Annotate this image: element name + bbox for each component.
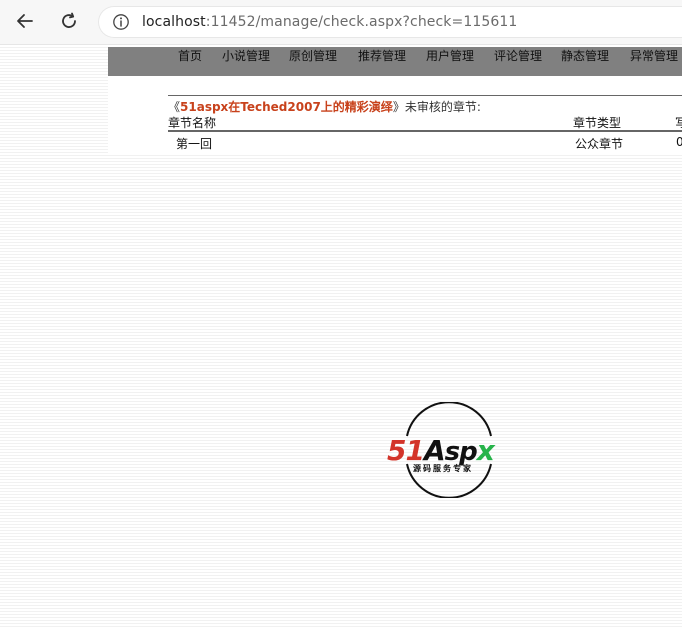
section-title: 《51aspx在Teched2007上的精彩演绎》未审核的章节: — [168, 98, 682, 114]
nav-item-exceptions[interactable]: 异常管理 — [630, 47, 678, 77]
logo-tagline: 源码服务专家 — [413, 464, 473, 473]
nav-item-comments[interactable]: 评论管理 — [494, 47, 542, 77]
header-chapter-name: 章节名称 — [168, 116, 217, 130]
row-chapter-name[interactable]: 第一回 — [176, 135, 212, 152]
header-chapter-type: 章节类型 — [573, 116, 622, 130]
book-title-link[interactable]: 51aspx在Teched2007上的精彩演绎 — [180, 100, 393, 114]
section-divider — [168, 95, 682, 96]
info-icon[interactable] — [112, 13, 130, 31]
nav-item-original[interactable]: 原创管理 — [289, 47, 337, 77]
nav-item-home[interactable]: 首页 — [178, 47, 202, 77]
row-extra: 0 — [676, 135, 682, 149]
top-nav: 首页 小说管理 原创管理 推荐管理 用户管理 评论管理 静态管理 异常管理 — [108, 47, 682, 76]
nav-item-recommend[interactable]: 推荐管理 — [358, 47, 406, 77]
row-chapter-type: 公众章节 — [575, 137, 624, 151]
nav-item-users[interactable]: 用户管理 — [426, 47, 474, 77]
url-text[interactable]: localhost:11452/manage/check.aspx?check=… — [142, 14, 517, 30]
close-quote: 》 — [392, 100, 405, 114]
address-bar[interactable]: localhost:11452/manage/check.aspx?check=… — [98, 6, 682, 38]
arrow-left-icon — [15, 11, 35, 36]
nav-item-static[interactable]: 静态管理 — [561, 47, 609, 77]
refresh-button[interactable] — [54, 8, 84, 38]
url-host: localhost — [142, 14, 206, 30]
content-panel: 首页 小说管理 原创管理 推荐管理 用户管理 评论管理 静态管理 异常管理 《5… — [108, 47, 682, 153]
open-quote: 《 — [168, 100, 181, 114]
site-logo: 51Aspx 源码服务专家 — [387, 402, 511, 498]
back-button[interactable] — [10, 8, 40, 38]
table-row: 第一回 公众章节 0 — [168, 133, 682, 151]
page-content: 首页 小说管理 原创管理 推荐管理 用户管理 评论管理 静态管理 异常管理 《5… — [0, 45, 682, 628]
table-header: 章节名称 章节类型 写 — [168, 114, 682, 130]
nav-item-novel[interactable]: 小说管理 — [222, 47, 270, 77]
logo-part-x: x — [476, 434, 495, 467]
url-path: :11452/manage/check.aspx?check=115611 — [205, 14, 518, 30]
browser-toolbar: localhost:11452/manage/check.aspx?check=… — [0, 0, 682, 45]
section-suffix: 未审核的章节: — [404, 100, 481, 114]
refresh-icon — [59, 11, 79, 36]
header-extra: 写 — [675, 116, 682, 130]
table-header-underline — [168, 130, 682, 132]
